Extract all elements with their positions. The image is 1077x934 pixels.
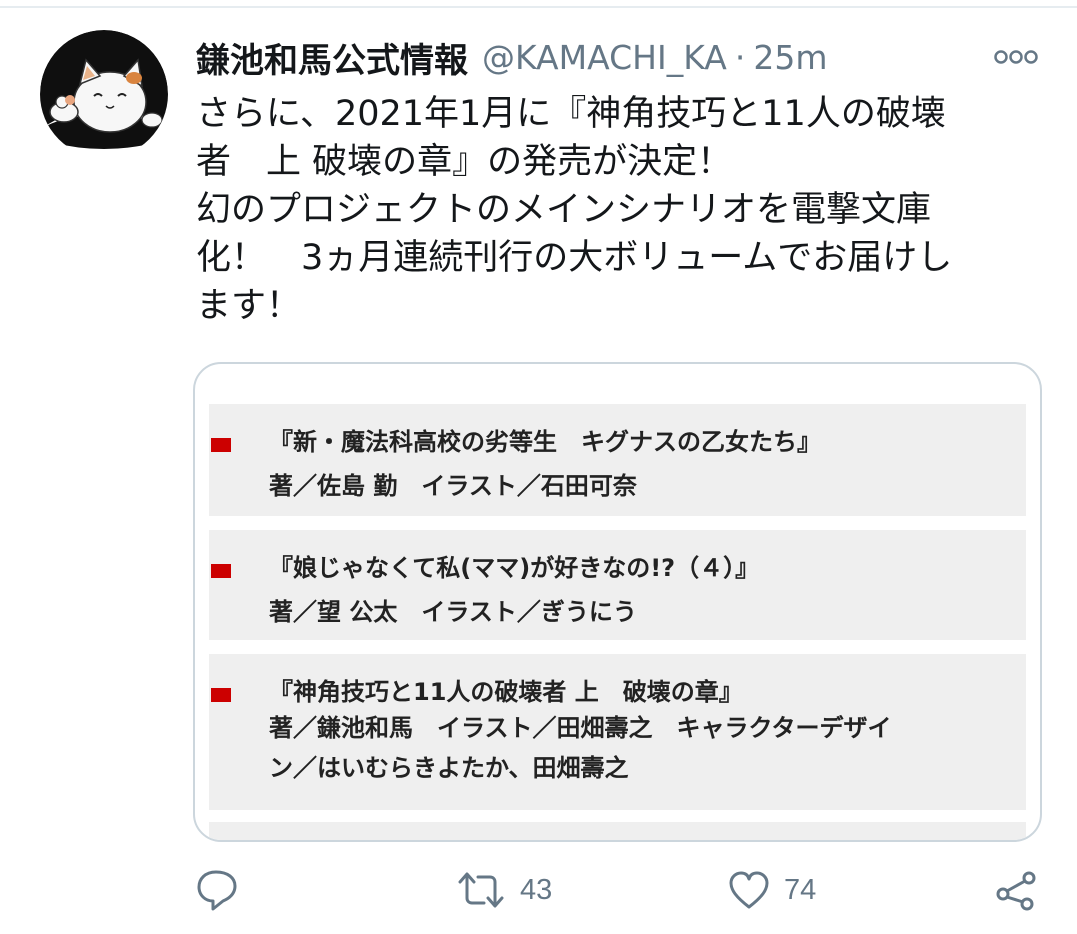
book-title: 『神角技巧と11人の破壊者 上 破壊の章』 [269,678,743,706]
tweet-text: さらに、2021年1月に『神角技巧と11人の破壊 者 上 破壊の章』の発売が決定… [196,94,953,326]
timestamp[interactable]: 25m [753,38,827,77]
retweet-button[interactable]: 43 [456,862,552,918]
book-credits: 著／佐島 勤 イラスト／石田可奈 [269,472,637,500]
reply-button[interactable] [196,862,238,918]
retweet-icon [458,872,504,908]
avatar[interactable] [40,30,168,158]
tweet-header: 鎌池和馬公式情報 @KAMACHI_KA · 25m [196,32,827,82]
user-handle[interactable]: @KAMACHI_KA [482,38,727,77]
cat-avatar-icon [40,30,168,158]
book-row: 『娘じゃなくて私(ママ)が好きなの!?（４）』 著／望 公太 イラスト／ぎうにう [209,530,1026,640]
red-square-bullet [211,564,231,578]
book-row-partial [209,822,1026,840]
red-square-bullet [211,438,231,452]
separator-dot: · [734,37,746,77]
like-button[interactable]: 74 [728,862,816,918]
red-square-bullet [211,688,231,702]
book-title: 『娘じゃなくて私(ママ)が好きなの!?（４）』 [269,554,760,582]
retweet-count: 43 [520,873,553,906]
share-button[interactable] [994,862,1038,918]
book-row: 『新・魔法科高校の劣等生 キグナスの乙女たち』 著／佐島 勤 イラスト／石田可奈 [209,404,1026,516]
media-card[interactable]: 『新・魔法科高校の劣等生 キグナスの乙女たち』 著／佐島 勤 イラスト／石田可奈… [193,362,1042,842]
more-options-icon[interactable] [994,46,1038,68]
tweet-action-bar: 43 74 [0,862,1077,922]
book-credits: 著／鎌池和馬 イラスト／田畑壽之 キャラクターデザイ ン／はいむらきよたか、田畑… [269,714,892,782]
like-count: 74 [784,873,817,906]
book-credits: 著／望 公太 イラスト／ぎうにう [269,598,637,626]
book-row: 『神角技巧と11人の破壊者 上 破壊の章』 著／鎌池和馬 イラスト／田畑壽之 キ… [209,654,1026,810]
book-title: 『新・魔法科高校の劣等生 キグナスの乙女たち』 [269,428,821,456]
heart-icon [729,871,769,909]
share-icon [996,871,1036,911]
top-divider [0,6,1077,8]
reply-icon [197,870,237,911]
display-name[interactable]: 鎌池和馬公式情報 [196,33,468,82]
